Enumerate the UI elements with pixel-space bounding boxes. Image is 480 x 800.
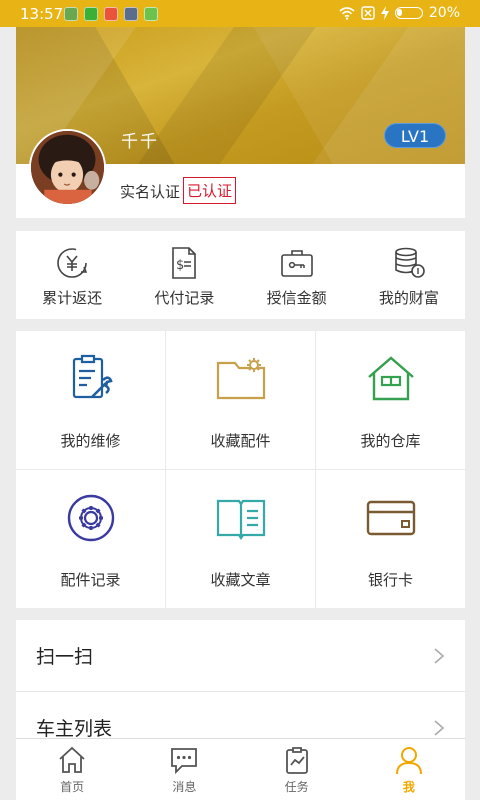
grid-item-my-repair[interactable]: 我的维修 xyxy=(16,331,166,470)
wechat-icon xyxy=(84,7,98,21)
home-icon xyxy=(59,746,85,773)
avatar[interactable] xyxy=(29,129,106,206)
wifi-icon xyxy=(339,6,355,20)
level-badge[interactable]: LV1 xyxy=(384,123,446,148)
stat-payment-records[interactable]: $ 代付记录 xyxy=(128,231,240,319)
chevron-right-icon xyxy=(434,647,445,664)
tab-messages[interactable]: 消息 xyxy=(128,739,240,800)
gear-circle-icon xyxy=(67,494,114,542)
feature-grid: 我的维修 收藏配件 我的仓库 配件记录 收藏文章 银行卡 xyxy=(16,331,465,608)
grid-item-bank-card[interactable]: 银行卡 xyxy=(316,470,465,608)
status-time: 13:57 xyxy=(20,5,64,23)
list-item-owner-list[interactable]: 车主列表 xyxy=(16,692,465,738)
grid-item-parts-records[interactable]: 配件记录 xyxy=(16,470,166,608)
username: 千千 xyxy=(121,132,159,152)
message-icon xyxy=(171,748,198,775)
bank-card-icon xyxy=(366,500,415,536)
stat-credit-amount[interactable]: 授信金额 xyxy=(241,231,353,319)
grid-item-label: 配件记录 xyxy=(60,571,121,589)
battery-percent: 20% xyxy=(428,5,460,21)
grid-item-label: 我的维修 xyxy=(60,432,121,450)
grid-item-label: 收藏文章 xyxy=(210,571,271,589)
task-icon xyxy=(285,747,308,774)
open-book-icon xyxy=(216,499,265,540)
tab-label: 消息 xyxy=(172,780,197,794)
stat-cumulative-return[interactable]: 累计返还 xyxy=(16,231,128,319)
settings-list: 扫一扫 车主列表 xyxy=(16,620,465,738)
tab-me[interactable]: 我 xyxy=(353,739,465,800)
folder-gear-icon xyxy=(216,358,265,400)
yen-return-icon xyxy=(57,248,88,278)
realname-label: 实名认证 xyxy=(120,183,181,201)
grid-item-saved-articles[interactable]: 收藏文章 xyxy=(166,470,316,608)
grid-item-label: 银行卡 xyxy=(367,571,413,589)
stat-label: 授信金额 xyxy=(266,289,327,307)
notification-icons xyxy=(64,7,158,21)
notify-app-icon xyxy=(144,7,158,21)
bill-icon: $ xyxy=(172,247,197,279)
stat-label: 我的财富 xyxy=(378,289,439,307)
charging-icon xyxy=(380,6,389,20)
coins-stack-icon xyxy=(395,247,425,278)
stats-row: 累计返还 $ 代付记录 授信金额 我的财富 xyxy=(16,231,465,319)
tab-label: 任务 xyxy=(284,780,309,794)
notify-app-icon xyxy=(124,7,138,21)
notify-app-icon xyxy=(64,7,78,21)
tab-tasks[interactable]: 任务 xyxy=(241,739,353,800)
tab-label: 首页 xyxy=(60,780,85,794)
stat-label: 累计返还 xyxy=(42,289,103,307)
chevron-right-icon xyxy=(434,719,445,736)
grid-item-label: 我的仓库 xyxy=(360,432,421,450)
briefcase-key-icon xyxy=(280,250,313,277)
stat-my-wealth[interactable]: 我的财富 xyxy=(353,231,465,319)
tab-home[interactable]: 首页 xyxy=(16,739,128,800)
list-item-label: 车主列表 xyxy=(36,718,113,738)
stat-label: 代付记录 xyxy=(154,289,215,307)
grid-item-label: 收藏配件 xyxy=(210,432,271,450)
battery-icon xyxy=(394,7,423,19)
tab-label: 我 xyxy=(402,780,415,794)
no-sim-icon xyxy=(361,6,375,20)
list-item-label: 扫一扫 xyxy=(36,646,94,668)
list-item-scan[interactable]: 扫一扫 xyxy=(16,620,465,692)
verified-tag: 已认证 xyxy=(183,177,237,204)
svg-text:$: $ xyxy=(176,258,184,273)
grid-item-saved-parts[interactable]: 收藏配件 xyxy=(166,331,316,470)
warehouse-icon xyxy=(367,356,414,401)
bottom-tab-bar: 首页 消息 任务 我 xyxy=(16,738,465,800)
repair-clipboard-icon xyxy=(72,354,113,399)
grid-item-my-warehouse[interactable]: 我的仓库 xyxy=(316,331,465,470)
user-icon xyxy=(395,747,422,775)
status-bar: 13:57 20% xyxy=(0,0,480,27)
notify-app-icon xyxy=(104,7,118,21)
